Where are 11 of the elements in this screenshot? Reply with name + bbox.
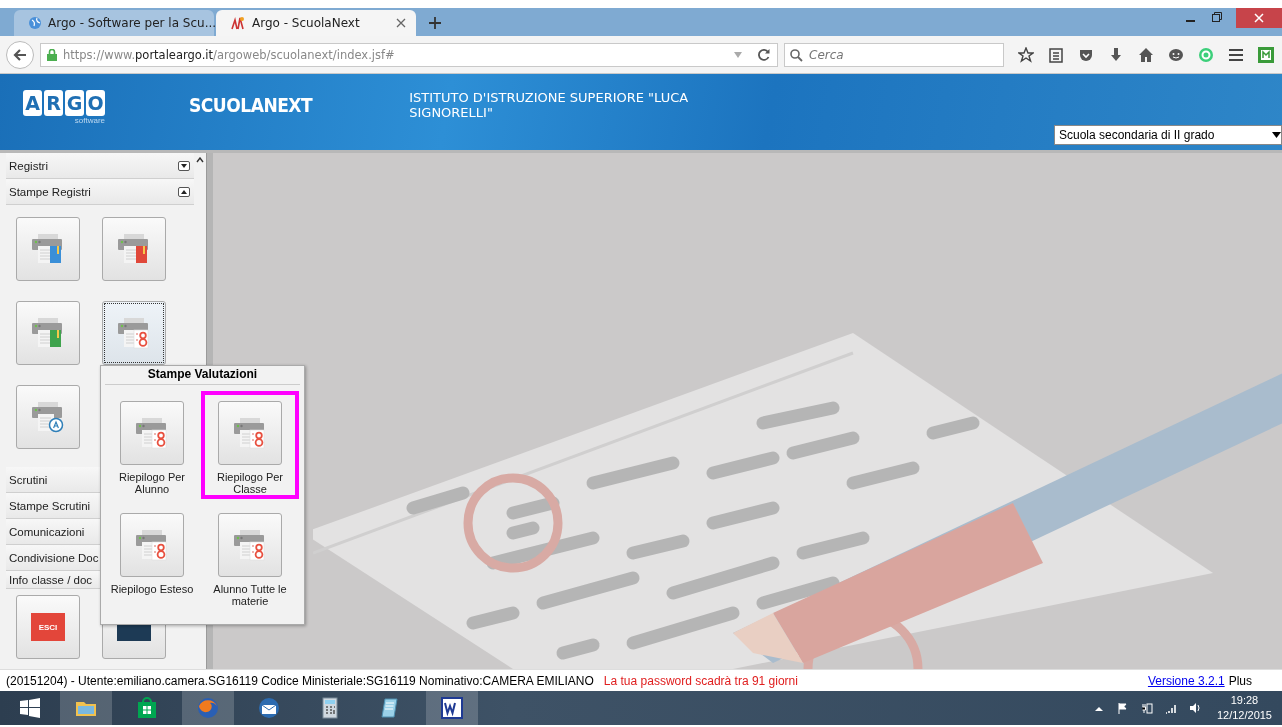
popup-title: Stampe Valutazioni <box>105 366 300 385</box>
institute-name: ISTITUTO D'ISTRUZIONE SUPERIORE "LUCA SIGNORELLI" <box>409 90 690 120</box>
user-info: (20151204) - Utente:emiliano.camera.SG16119 Codice Ministeriale:SG16119 Nominativo:CAMERA EMILIANO <box>6 673 594 688</box>
product-name: SCUOLANEXT <box>189 94 313 116</box>
edition-label: Plus <box>1228 673 1252 688</box>
password-warning: La tua password scadrà tra 91 giorni <box>603 673 798 688</box>
logo-letter: R <box>44 90 63 116</box>
logo-letter: G <box>65 90 84 116</box>
logo-letter: O <box>86 90 105 116</box>
logo-letter: A <box>23 90 42 116</box>
logo-subtitle: software <box>74 116 105 125</box>
